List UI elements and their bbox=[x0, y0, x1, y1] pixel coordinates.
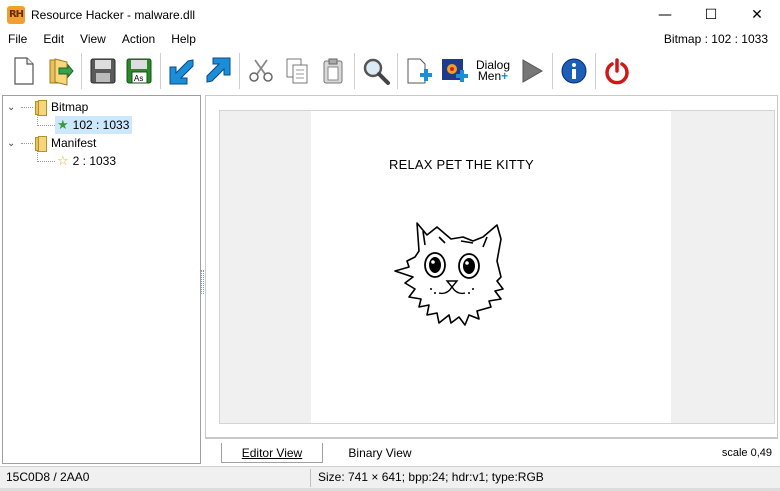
info-icon bbox=[561, 58, 587, 84]
window-title: Resource Hacker - malware.dll bbox=[31, 7, 196, 22]
tree-line bbox=[37, 125, 55, 126]
find-icon bbox=[363, 58, 390, 85]
paste-button[interactable] bbox=[315, 52, 351, 90]
save-button[interactable] bbox=[85, 52, 121, 90]
add-resource-button[interactable] bbox=[401, 52, 437, 90]
save-as-icon: As bbox=[126, 58, 152, 84]
tree-node-label: 102 : 1033 bbox=[72, 118, 130, 132]
status-divider bbox=[310, 469, 311, 487]
maximize-button[interactable]: ☐ bbox=[688, 0, 734, 29]
export-button[interactable] bbox=[200, 52, 236, 90]
cut-icon bbox=[249, 59, 273, 82]
import-button[interactable] bbox=[164, 52, 200, 90]
status-offset: 15C0D8 / 2AA0 bbox=[6, 470, 90, 484]
menu-file[interactable]: File bbox=[0, 32, 35, 46]
dialog-menu-button[interactable]: Dialog Men+ bbox=[473, 52, 513, 90]
menu-action[interactable]: Action bbox=[114, 32, 163, 46]
tree-line bbox=[37, 161, 55, 162]
window-controls: — ☐ ✕ bbox=[642, 0, 780, 29]
open-file-icon bbox=[49, 58, 74, 86]
dialog-menu-icon: Dialog Men+ bbox=[475, 58, 511, 83]
status-bar: 15C0D8 / 2AA0 Size: 741 × 641; bpp:24; h… bbox=[0, 466, 780, 488]
menu-view[interactable]: View bbox=[72, 32, 114, 46]
tree-node-label: Bitmap bbox=[51, 100, 89, 114]
menu-help[interactable]: Help bbox=[163, 32, 204, 46]
view-tabs: Editor View Binary View scale 0,49 bbox=[205, 438, 778, 464]
folder-icon bbox=[33, 136, 47, 152]
new-file-icon bbox=[14, 57, 34, 85]
bitmap-caption: RELAX PET THE KITTY bbox=[389, 157, 534, 172]
toolbar: As Dialog Men+ bbox=[0, 49, 780, 93]
add-resource-icon bbox=[407, 58, 432, 84]
add-image-icon bbox=[442, 59, 468, 82]
tab-label: Editor View bbox=[241, 445, 303, 460]
tab-label: Binary View bbox=[348, 446, 412, 460]
minimize-button[interactable]: — bbox=[642, 0, 688, 29]
arrow-up-right-icon bbox=[206, 57, 231, 83]
tab-binary-view[interactable]: Binary View bbox=[345, 443, 415, 463]
toolbar-separator bbox=[397, 53, 398, 89]
info-button[interactable] bbox=[556, 52, 592, 90]
exit-button[interactable] bbox=[599, 52, 635, 90]
copy-icon bbox=[286, 58, 308, 84]
open-file-button[interactable] bbox=[42, 52, 78, 90]
cut-button[interactable] bbox=[243, 52, 279, 90]
svg-text:As: As bbox=[134, 74, 143, 83]
save-as-button[interactable]: As bbox=[121, 52, 157, 90]
arrow-down-left-icon bbox=[169, 59, 194, 85]
power-icon bbox=[605, 58, 629, 85]
title-bar: RH Resource Hacker - malware.dll — ☐ ✕ bbox=[0, 0, 780, 29]
folder-icon bbox=[33, 100, 47, 116]
current-resource-label: Bitmap : 102 : 1033 bbox=[663, 32, 768, 46]
run-script-button[interactable] bbox=[513, 52, 549, 90]
tree-node-label: 2 : 1033 bbox=[72, 154, 117, 168]
tree-node-manifest[interactable]: ⌄ Manifest bbox=[7, 134, 96, 152]
chevron-down-icon[interactable]: ⌄ bbox=[7, 102, 19, 113]
star-icon: ★ bbox=[57, 117, 69, 133]
toolbar-separator bbox=[354, 53, 355, 89]
chevron-down-icon[interactable]: ⌄ bbox=[7, 138, 19, 149]
status-image-info: Size: 741 × 641; bpp:24; hdr:v1; type:RG… bbox=[318, 470, 544, 484]
toolbar-separator bbox=[552, 53, 553, 89]
toolbar-separator bbox=[595, 53, 596, 89]
tree-node-bitmap[interactable]: ⌄ Bitmap bbox=[7, 98, 88, 116]
paste-icon bbox=[323, 58, 343, 84]
new-file-button[interactable] bbox=[6, 52, 42, 90]
tree-node-label: Manifest bbox=[51, 136, 97, 150]
menu-edit[interactable]: Edit bbox=[35, 32, 72, 46]
menu-bar: File Edit View Action Help Bitmap : 102 … bbox=[0, 29, 780, 49]
toolbar-separator bbox=[81, 53, 82, 89]
star-outline-icon: ☆ bbox=[57, 153, 69, 169]
close-button[interactable]: ✕ bbox=[734, 0, 780, 29]
copy-button[interactable] bbox=[279, 52, 315, 90]
app-icon: RH bbox=[7, 5, 25, 24]
splitter-handle[interactable] bbox=[201, 270, 204, 294]
tab-editor-view[interactable]: Editor View bbox=[221, 443, 323, 463]
tree-node-bitmap-102[interactable]: ★ 102 : 1033 bbox=[55, 116, 133, 134]
toolbar-separator bbox=[160, 53, 161, 89]
add-image-button[interactable] bbox=[437, 52, 473, 90]
tree-node-manifest-2[interactable]: ☆ 2 : 1033 bbox=[55, 152, 116, 170]
scale-label: scale 0,49 bbox=[721, 447, 772, 459]
resource-tree: ⌄ Bitmap ★ 102 : 1033 ⌄ Manifest ☆ 2 : 1… bbox=[2, 95, 201, 464]
save-icon bbox=[90, 58, 116, 84]
run-script-icon bbox=[522, 59, 543, 83]
find-button[interactable] bbox=[358, 52, 394, 90]
toolbar-separator bbox=[239, 53, 240, 89]
